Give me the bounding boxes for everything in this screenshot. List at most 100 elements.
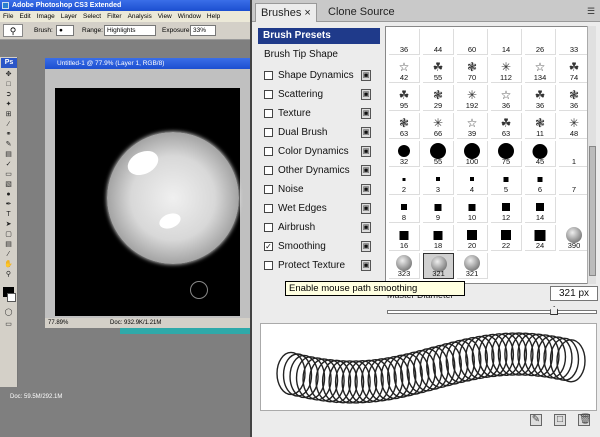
brush-preset-cell[interactable]: 4	[457, 169, 488, 195]
crop-tool-icon[interactable]: ⊞	[3, 111, 14, 119]
menu-image[interactable]: Image	[37, 11, 55, 22]
zoom-level[interactable]: 77.89%	[48, 320, 68, 326]
brush-preset-cell[interactable]: 12	[491, 197, 522, 223]
new-brush-icon[interactable]: □	[554, 414, 566, 426]
eyedropper-tool-icon[interactable]: ⁄	[3, 251, 14, 259]
brush-option-noise[interactable]: Noise ▣	[258, 180, 380, 199]
menu-filter[interactable]: Filter	[107, 11, 121, 22]
trash-icon[interactable]: 🗑	[578, 414, 592, 426]
brush-presets-item[interactable]: Brush Presets	[258, 28, 380, 44]
brush-preset-cell[interactable]: 36	[389, 29, 420, 55]
lock-icon[interactable]: ▣	[361, 165, 371, 176]
lock-icon[interactable]: ▣	[361, 146, 371, 157]
brush-preset-cell[interactable]: ❃ 11	[525, 113, 556, 139]
brush-preset-cell[interactable]: 18	[423, 225, 454, 251]
shape-tool-icon[interactable]: ▢	[3, 231, 14, 239]
menu-select[interactable]: Select	[83, 11, 101, 22]
brush-option-smoothing[interactable]: ✓ Smoothing ▣	[258, 237, 380, 256]
brush-preset-cell[interactable]: ☘ 63	[491, 113, 522, 139]
brush-preset-cell[interactable]: ✳ 48	[559, 113, 590, 139]
brush-preset-cell[interactable]: ☆ 39	[457, 113, 488, 139]
option-checkbox[interactable]	[264, 128, 273, 137]
lock-icon[interactable]: ▣	[361, 127, 371, 138]
brush-option-scattering[interactable]: Scattering ▣	[258, 85, 380, 104]
brush-preset-cell[interactable]: 14	[491, 29, 522, 55]
brush-preset-cell[interactable]: ❃ 70	[457, 57, 488, 83]
brush-preset-cell[interactable]: ☆ 42	[389, 57, 420, 83]
marquee-tool-icon[interactable]: □	[3, 81, 14, 89]
tab-brushes[interactable]: Brushes ×	[255, 3, 317, 22]
brush-preset-cell[interactable]: 10	[457, 197, 488, 223]
history-brush-tool-icon[interactable]: ✓	[3, 161, 14, 169]
brush-option-wet-edges[interactable]: Wet Edges ▣	[258, 199, 380, 218]
brush-option-dual-brush[interactable]: Dual Brush ▣	[258, 123, 380, 142]
brush-preset-cell[interactable]: ❃ 63	[389, 113, 420, 139]
brush-option-texture[interactable]: Texture ▣	[258, 104, 380, 123]
brush-preset-cell[interactable]: 323	[389, 253, 420, 279]
lock-icon[interactable]: ▣	[361, 108, 371, 119]
brush-preset-cell[interactable]: 26	[525, 29, 556, 55]
diameter-slider-thumb[interactable]	[550, 306, 559, 315]
magic-wand-tool-icon[interactable]: ✦	[3, 101, 14, 109]
range-select[interactable]: Highlights	[104, 25, 156, 36]
brush-option-color-dynamics[interactable]: Color Dynamics ▣	[258, 142, 380, 161]
brush-preset-cell[interactable]: ☘ 95	[389, 85, 420, 111]
brush-preset-cell[interactable]: 60	[457, 29, 488, 55]
background-color-swatch[interactable]	[7, 293, 16, 302]
brush-preset-cell[interactable]: 33	[559, 29, 590, 55]
exposure-input[interactable]: 33%	[190, 25, 216, 36]
document-title[interactable]: Untitled-1 @ 77.9% (Layer 1, RGB/8)	[45, 58, 250, 69]
pen-tool-icon[interactable]: ✒	[3, 201, 14, 209]
path-select-tool-icon[interactable]: ➤	[3, 221, 14, 229]
option-checkbox[interactable]: ✓	[264, 242, 273, 251]
eraser-tool-icon[interactable]: ▭	[3, 171, 14, 179]
diameter-slider[interactable]	[387, 310, 597, 314]
lock-icon[interactable]: ▣	[361, 222, 371, 233]
menu-analysis[interactable]: Analysis	[128, 11, 152, 22]
menu-window[interactable]: Window	[178, 11, 201, 22]
option-checkbox[interactable]	[264, 185, 273, 194]
brush-preset-cell[interactable]: 3	[423, 169, 454, 195]
quick-mask-icon[interactable]: ◯	[3, 309, 14, 317]
master-diameter-input[interactable]: 321 px	[550, 286, 598, 301]
brush-picker[interactable]: ●	[56, 25, 74, 36]
close-icon[interactable]: ×	[304, 7, 310, 19]
brush-preset-cell[interactable]: 75	[491, 141, 522, 167]
brush-preset-cell[interactable]: 100	[457, 141, 488, 167]
brush-preset-cell[interactable]: 24	[525, 225, 556, 251]
menu-layer[interactable]: Layer	[61, 11, 77, 22]
brush-option-airbrush[interactable]: Airbrush ▣	[258, 218, 380, 237]
notes-tool-icon[interactable]: ▤	[3, 241, 14, 249]
brush-preset-cell[interactable]: 2	[389, 169, 420, 195]
brush-preset-cell[interactable]: 45	[525, 141, 556, 167]
option-checkbox[interactable]	[264, 90, 273, 99]
option-checkbox[interactable]	[264, 109, 273, 118]
menu-view[interactable]: View	[158, 11, 172, 22]
brush-preset-cell[interactable]: ✳ 66	[423, 113, 454, 139]
brush-preset-cell[interactable]: ☆ 134	[525, 57, 556, 83]
hand-tool-icon[interactable]: ✋	[3, 261, 14, 269]
brush-preset-cell[interactable]: 16	[389, 225, 420, 251]
brush-preset-cell[interactable]: 32	[389, 141, 420, 167]
lock-icon[interactable]: ▣	[361, 260, 371, 271]
brush-preset-cell[interactable]: 321	[423, 253, 454, 279]
brush-preset-cell[interactable]: 44	[423, 29, 454, 55]
slice-tool-icon[interactable]: ∕	[3, 121, 14, 129]
brush-preset-cell[interactable]: 55	[423, 141, 454, 167]
dodge-tool-icon-small[interactable]: ●	[3, 191, 14, 199]
lock-icon[interactable]: ▣	[361, 184, 371, 195]
brush-preset-cell[interactable]: 14	[525, 197, 556, 223]
brush-preset-cell[interactable]: 20	[457, 225, 488, 251]
option-checkbox[interactable]	[264, 166, 273, 175]
tab-clone-source[interactable]: Clone Source	[323, 3, 400, 22]
brush-preset-cell[interactable]: ☘ 74	[559, 57, 590, 83]
brush-preset-cell[interactable]: ❃ 29	[423, 85, 454, 111]
type-tool-icon[interactable]: T	[3, 211, 14, 219]
brush-preset-cell[interactable]: 6	[525, 169, 556, 195]
zoom-tool-icon[interactable]: ⚲	[3, 271, 14, 279]
brush-preset-cell[interactable]: ❃ 36	[559, 85, 590, 111]
brush-tip-shape-item[interactable]: Brush Tip Shape	[258, 47, 380, 63]
dodge-tool-icon[interactable]: ⚲	[3, 24, 23, 37]
option-checkbox[interactable]	[264, 223, 273, 232]
toggle-brush-panel-icon[interactable]: ✎	[530, 414, 542, 426]
